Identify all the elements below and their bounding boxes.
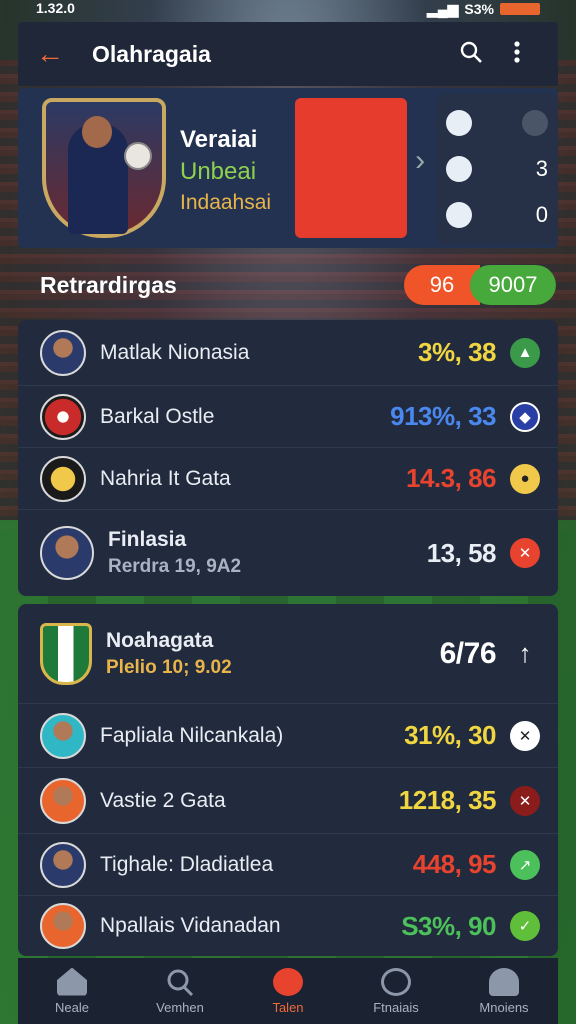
back-arrow-icon[interactable]: ← <box>36 38 92 70</box>
hero-line-2: Unbeai <box>180 158 257 186</box>
tab-profile[interactable]: Mnoiens <box>450 958 558 1024</box>
flag-icon: ▲ <box>510 337 540 368</box>
item-name: Nahria It Gata <box>100 466 231 490</box>
item-name: Noahagata Plelio 10; 9.02 <box>106 629 440 679</box>
list-item[interactable]: Tighale: Dladiatlea 448, 95 ↗ <box>18 834 558 896</box>
user-icon <box>446 156 472 182</box>
hero-banner[interactable]: Veraiai Unbeai Indaahsai › 3 0 <box>18 88 558 248</box>
user-icon <box>489 967 519 996</box>
item-value: 448, 95 <box>412 849 497 879</box>
item-value: 31%, 30 <box>404 720 496 750</box>
item-name: Barkal Ostle <box>100 404 215 428</box>
avatar <box>40 777 86 824</box>
avatar <box>40 712 86 759</box>
search-icon[interactable] <box>448 40 494 69</box>
pill-right-value: 9007 <box>470 265 556 305</box>
tab-label: Ftnaiais <box>373 999 419 1015</box>
tab-stats[interactable]: Ftnaiais <box>342 958 450 1024</box>
status-bar: 1.32.0 ▂▄▆ S3% <box>0 0 576 18</box>
item-name: Fapliala Nilcankala) <box>100 723 284 747</box>
ratings-heading: Retrardirgas <box>40 271 177 298</box>
team-crest <box>42 98 166 238</box>
signal-icon: ▂▄▆ <box>426 0 459 17</box>
ratings-header: Retrardirgas 96 9007 <box>18 258 558 312</box>
avatar <box>40 393 86 440</box>
item-name: Npallais Vidanadan <box>100 914 281 937</box>
badge-icon: ● <box>510 463 540 494</box>
list-item[interactable]: Matlak Nionasia 3%, 38 ▲ <box>18 320 558 386</box>
more-vertical-icon[interactable] <box>494 40 540 69</box>
tab-label: Neale <box>55 999 89 1015</box>
battery-icon <box>500 3 540 15</box>
status-time: 1.32.0 <box>36 0 75 16</box>
whistle-icon <box>446 110 472 136</box>
list-item[interactable]: Vastie 2 Gata 1218, 35 ✕ <box>18 768 558 834</box>
list-item[interactable]: Noahagata Plelio 10; 9.02 6/76 ↑ <box>18 604 558 704</box>
globe-icon <box>381 967 411 996</box>
avatar <box>40 526 94 580</box>
item-value: 14.3, 86 <box>406 463 496 493</box>
item-name: Tighale: Dladiatlea <box>100 852 274 876</box>
close-icon[interactable]: ✕ <box>510 720 540 751</box>
hero-stat-1: 3 <box>535 156 548 181</box>
hero-text: Veraiai Unbeai Indaahsai <box>180 98 271 238</box>
close-icon[interactable]: ✕ <box>510 538 540 568</box>
list-item[interactable]: Finlasia Rerdra 19, 9A2 13, 58 ✕ <box>18 510 558 596</box>
pill-left-value: 96 <box>404 265 480 305</box>
avatar <box>40 903 86 949</box>
pen-icon <box>522 110 548 136</box>
tab-search[interactable]: Vemhen <box>126 958 234 1024</box>
avatar <box>40 455 86 502</box>
item-value: 6/76 <box>439 636 497 670</box>
home-icon <box>57 967 87 996</box>
tab-label: Mnoiens <box>479 999 529 1015</box>
item-name: Vastie 2 Gata <box>100 788 226 812</box>
hero-stat-2: 0 <box>535 202 548 227</box>
battery-percent: S3% <box>464 1 494 17</box>
item-subtitle: Plelio 10; 9.02 <box>106 656 232 678</box>
check-icon[interactable]: ✓ <box>510 911 540 941</box>
item-name: Matlak Nionasia <box>100 340 250 364</box>
list-item[interactable]: Barkal Ostle 913%, 33 ◆ <box>18 386 558 448</box>
item-name: Finlasia Rerdra 19, 9A2 <box>108 528 427 578</box>
hero-stats-panel: 3 0 <box>436 94 558 244</box>
arrow-up-icon[interactable]: ↑ <box>510 638 540 669</box>
list-item[interactable]: Fapliala Nilcankala) 31%, 30 ✕ <box>18 704 558 768</box>
app-bar: ← Olahragaia <box>18 22 558 86</box>
list-item[interactable]: Npallais Vidanadan S3%, 90 ✓ <box>18 896 558 956</box>
ball-icon <box>124 142 152 170</box>
item-title: Noahagata <box>106 628 214 652</box>
item-value: 913%, 33 <box>390 401 496 431</box>
search-icon <box>165 968 195 996</box>
close-icon[interactable]: ✕ <box>510 785 540 816</box>
tab-home[interactable]: Neale <box>18 958 126 1024</box>
tab-active[interactable]: Talen <box>234 958 342 1024</box>
avatar <box>40 841 86 888</box>
tab-label: Talen <box>272 999 304 1015</box>
avatar <box>40 329 86 376</box>
item-title: Finlasia <box>108 528 187 551</box>
item-value: 13, 58 <box>426 537 497 568</box>
item-value: 3%, 38 <box>418 337 496 367</box>
check-icon[interactable]: ↗ <box>510 849 540 880</box>
club-crest <box>40 622 92 685</box>
shield-icon: ◆ <box>510 401 540 432</box>
ratings-list-1: Matlak Nionasia 3%, 38 ▲ Barkal Ostle 91… <box>18 320 558 596</box>
bottom-tab-bar: Neale Vemhen Talen Ftnaiais Mnoiens <box>18 958 558 1024</box>
item-value: 1218, 35 <box>398 785 497 815</box>
list-item[interactable]: Nahria It Gata 14.3, 86 ● <box>18 448 558 510</box>
ball-small-icon <box>446 202 472 228</box>
hero-line-3: Indaahsai <box>180 190 272 214</box>
item-subtitle: Rerdra 19, 9A2 <box>108 556 242 577</box>
ball-icon <box>273 967 303 996</box>
ratings-list-2: Noahagata Plelio 10; 9.02 6/76 ↑ Faplial… <box>18 604 558 956</box>
item-value: S3%, 90 <box>401 910 496 941</box>
tab-label: Vemhen <box>156 999 204 1015</box>
hero-line-1: Veraiai <box>180 126 258 153</box>
player-head <box>82 116 112 148</box>
ratings-pill[interactable]: 96 9007 <box>404 265 556 305</box>
page-title: Olahragaia <box>92 40 211 67</box>
promo-placeholder[interactable] <box>295 98 408 238</box>
chevron-right-icon[interactable]: › <box>415 144 425 238</box>
